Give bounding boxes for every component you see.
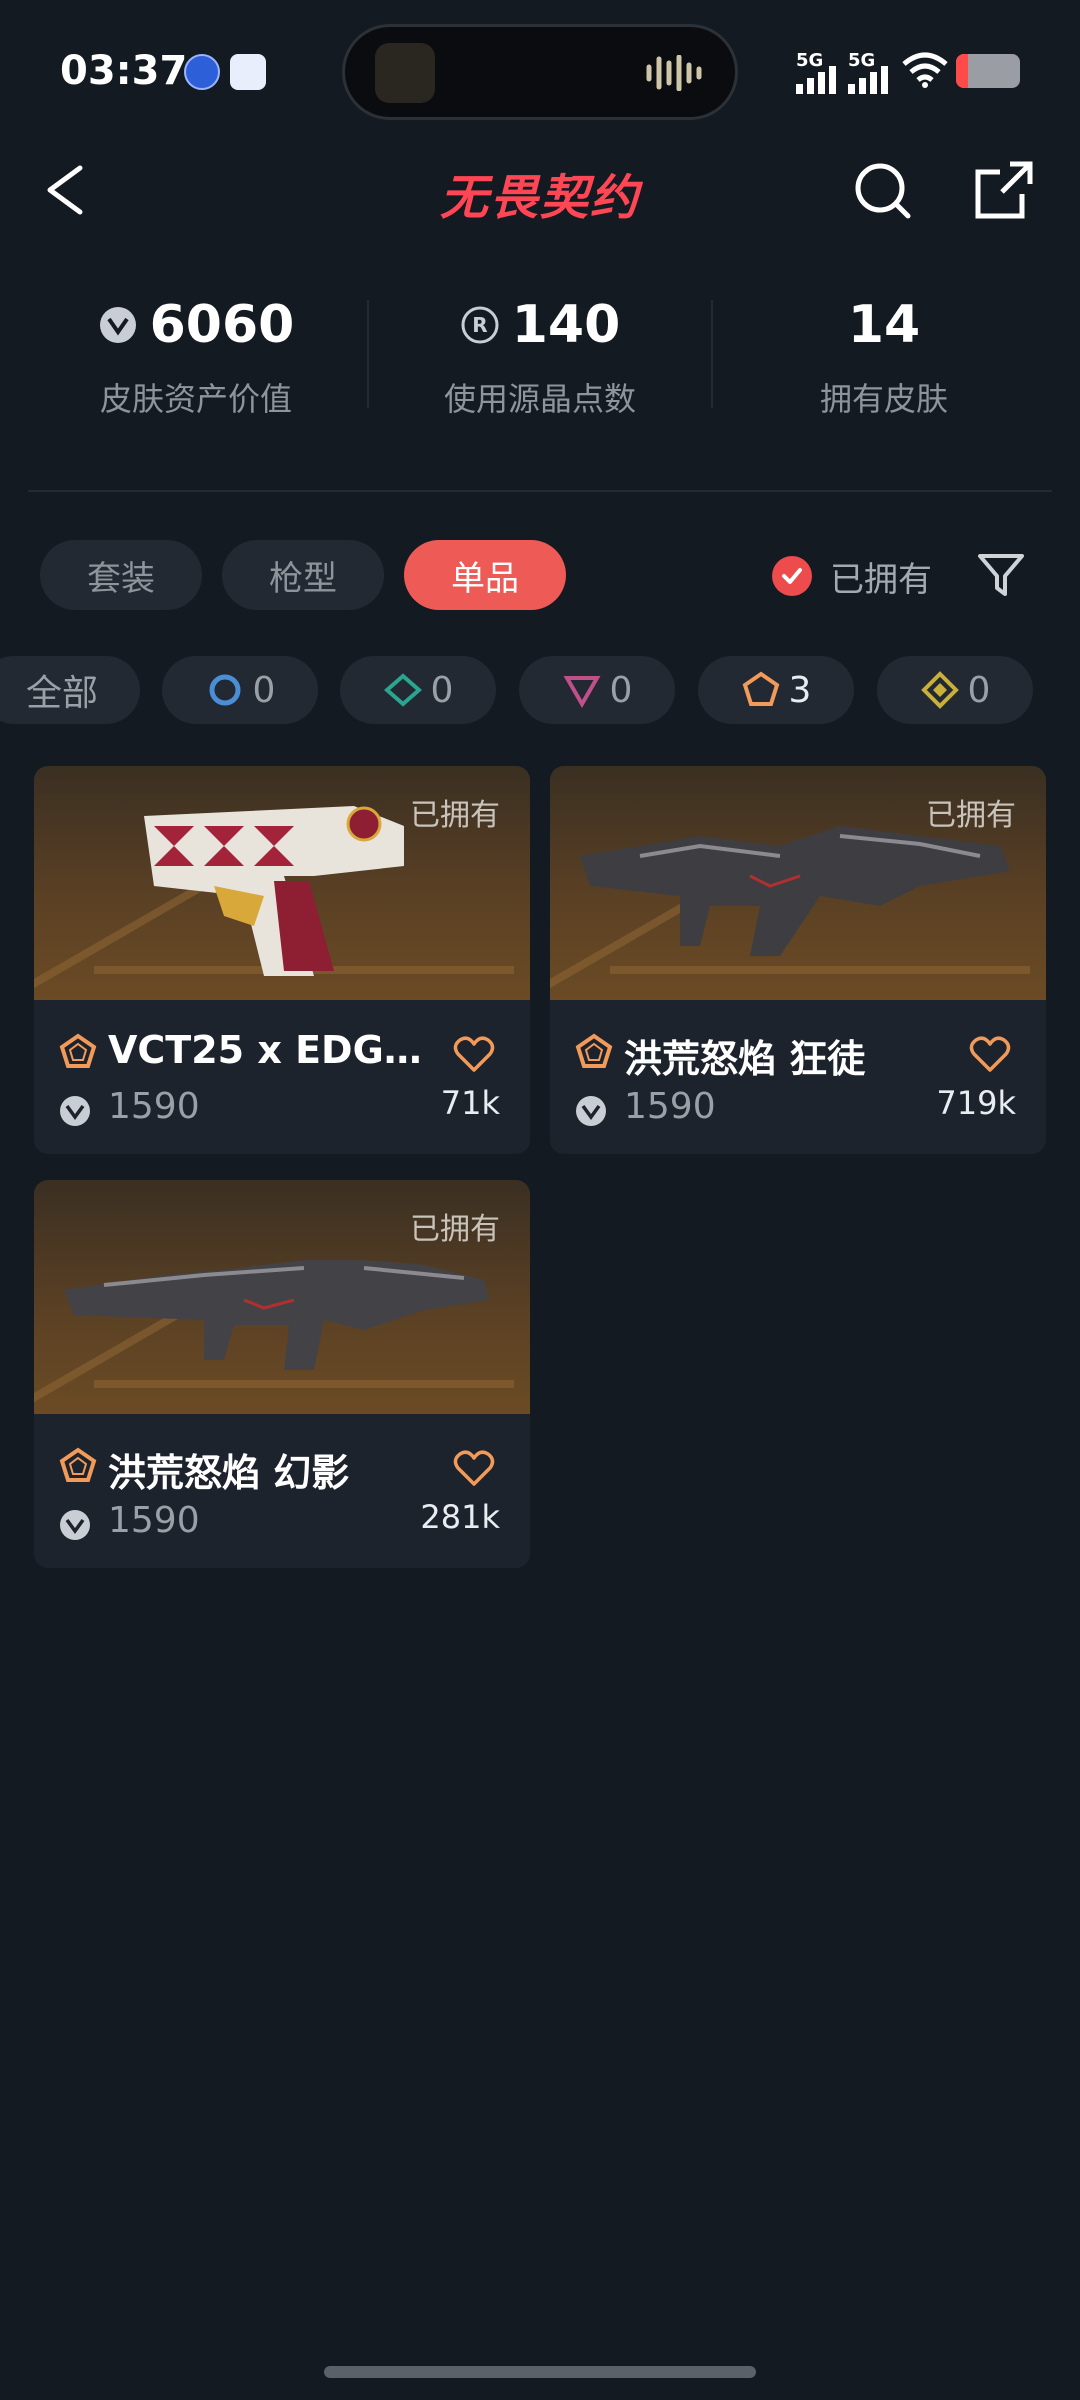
vp-coin-icon	[60, 1510, 90, 1540]
audio-wave-icon	[646, 55, 702, 91]
tier-deluxe-icon	[383, 673, 422, 707]
rarity-chip-premium[interactable]: 0	[519, 656, 675, 724]
status-bar: 03:37 5G 5G	[0, 0, 1080, 140]
search-icon[interactable]	[850, 158, 914, 222]
owned-tag: 已拥有	[410, 1212, 500, 1247]
tier-exclusive-icon	[742, 671, 779, 706]
stat-skin-value: 6060 皮肤资产价值	[24, 290, 368, 420]
chip-count: 0	[252, 669, 276, 711]
chip-label: 全部	[25, 673, 98, 714]
island-app-icon	[375, 43, 435, 103]
rarity-chip-select[interactable]: 0	[162, 656, 318, 724]
skin-price: 1590	[108, 1500, 200, 1541]
skin-title: 洪荒怒焰 幻影	[108, 1451, 350, 1495]
signal-icon-2	[848, 66, 888, 94]
skin-price: 1590	[108, 1086, 200, 1127]
app-title-logo: 无畏契约	[439, 170, 640, 226]
message-notification-icon	[230, 54, 266, 90]
tab-bundles[interactable]: 套装	[40, 540, 202, 610]
wifi-icon	[902, 52, 948, 88]
rarity-chip-all[interactable]: 全部	[0, 656, 140, 724]
skin-card[interactable]: 已拥有 VCT25 x EDG… 1590 71k	[34, 766, 530, 1154]
skin-card[interactable]: 已拥有 洪荒怒焰 幻影 1590 281k	[34, 1180, 530, 1568]
dynamic-island[interactable]	[342, 24, 738, 120]
tab-weapon-type[interactable]: 枪型	[222, 540, 384, 610]
skin-image: 已拥有	[34, 766, 530, 1000]
heart-icon[interactable]	[452, 1446, 496, 1490]
rarity-chip-ultra[interactable]: 0	[877, 656, 1033, 724]
chip-count: 0	[967, 669, 991, 711]
owned-tag: 已拥有	[926, 798, 1016, 833]
vp-coin-icon	[99, 307, 136, 343]
stat-value: 6060	[149, 295, 295, 355]
like-count: 71k	[440, 1084, 500, 1122]
battery-icon	[956, 54, 1020, 88]
stat-value: 140	[511, 295, 621, 355]
tier-exclusive-icon	[59, 1447, 97, 1482]
top-nav-bar: 无畏契约	[0, 140, 1080, 240]
chip-count: 0	[609, 669, 633, 711]
skin-title: VCT25 x EDG…	[108, 1028, 422, 1072]
status-time: 03:37	[60, 48, 188, 94]
home-indicator[interactable]	[324, 2366, 756, 2378]
stat-label: 皮肤资产价值	[99, 380, 292, 418]
rifle-icon	[64, 1260, 489, 1370]
radianite-coin-icon: R	[461, 306, 499, 344]
app-notification-icon	[184, 54, 220, 90]
owned-tag: 已拥有	[410, 798, 500, 833]
signal-icon	[796, 66, 836, 94]
stat-value: 14	[847, 295, 921, 355]
rifle-icon	[580, 826, 1010, 956]
vp-coin-icon	[60, 1096, 90, 1126]
skin-image: 已拥有	[34, 1180, 530, 1414]
like-count: 281k	[420, 1498, 500, 1536]
heart-icon[interactable]	[968, 1032, 1012, 1076]
stat-owned-skins: 14 拥有皮肤	[712, 290, 1056, 420]
vp-coin-icon	[576, 1096, 606, 1126]
owned-toggle-label: 已拥有	[830, 559, 932, 600]
stat-radianite-points: R 140 使用源晶点数	[368, 290, 712, 420]
chip-count: 3	[788, 669, 812, 711]
heart-icon[interactable]	[452, 1032, 496, 1076]
owned-toggle[interactable]: 已拥有	[772, 548, 932, 604]
stats-summary: 6060 皮肤资产价值 R 140 使用源晶点数 14 拥有皮肤	[0, 290, 1080, 440]
tab-single-items[interactable]: 单品	[404, 540, 566, 610]
like-count: 719k	[936, 1084, 1016, 1122]
share-icon[interactable]	[972, 158, 1036, 222]
filter-funnel-icon[interactable]	[976, 550, 1026, 600]
skin-card[interactable]: 已拥有 洪荒怒焰 狂徒 1590 719k	[550, 766, 1046, 1154]
svg-text:R: R	[472, 313, 487, 337]
rarity-chip-exclusive[interactable]: 3	[698, 656, 854, 724]
chip-count: 0	[430, 669, 454, 711]
rarity-chip-deluxe[interactable]: 0	[340, 656, 496, 724]
tier-exclusive-icon	[575, 1033, 613, 1068]
divider	[28, 490, 1052, 492]
skin-title: 洪荒怒焰 狂徒	[624, 1037, 866, 1081]
tier-exclusive-icon	[59, 1033, 97, 1068]
tier-ultra-icon	[920, 671, 959, 709]
stat-label: 拥有皮肤	[819, 380, 948, 418]
checkbox-checked-icon[interactable]	[772, 556, 812, 596]
stat-label: 使用源晶点数	[443, 380, 636, 418]
tier-select-icon	[209, 674, 241, 706]
skin-image: 已拥有	[550, 766, 1046, 1000]
tier-premium-icon	[563, 676, 601, 709]
skin-price: 1590	[624, 1086, 716, 1127]
